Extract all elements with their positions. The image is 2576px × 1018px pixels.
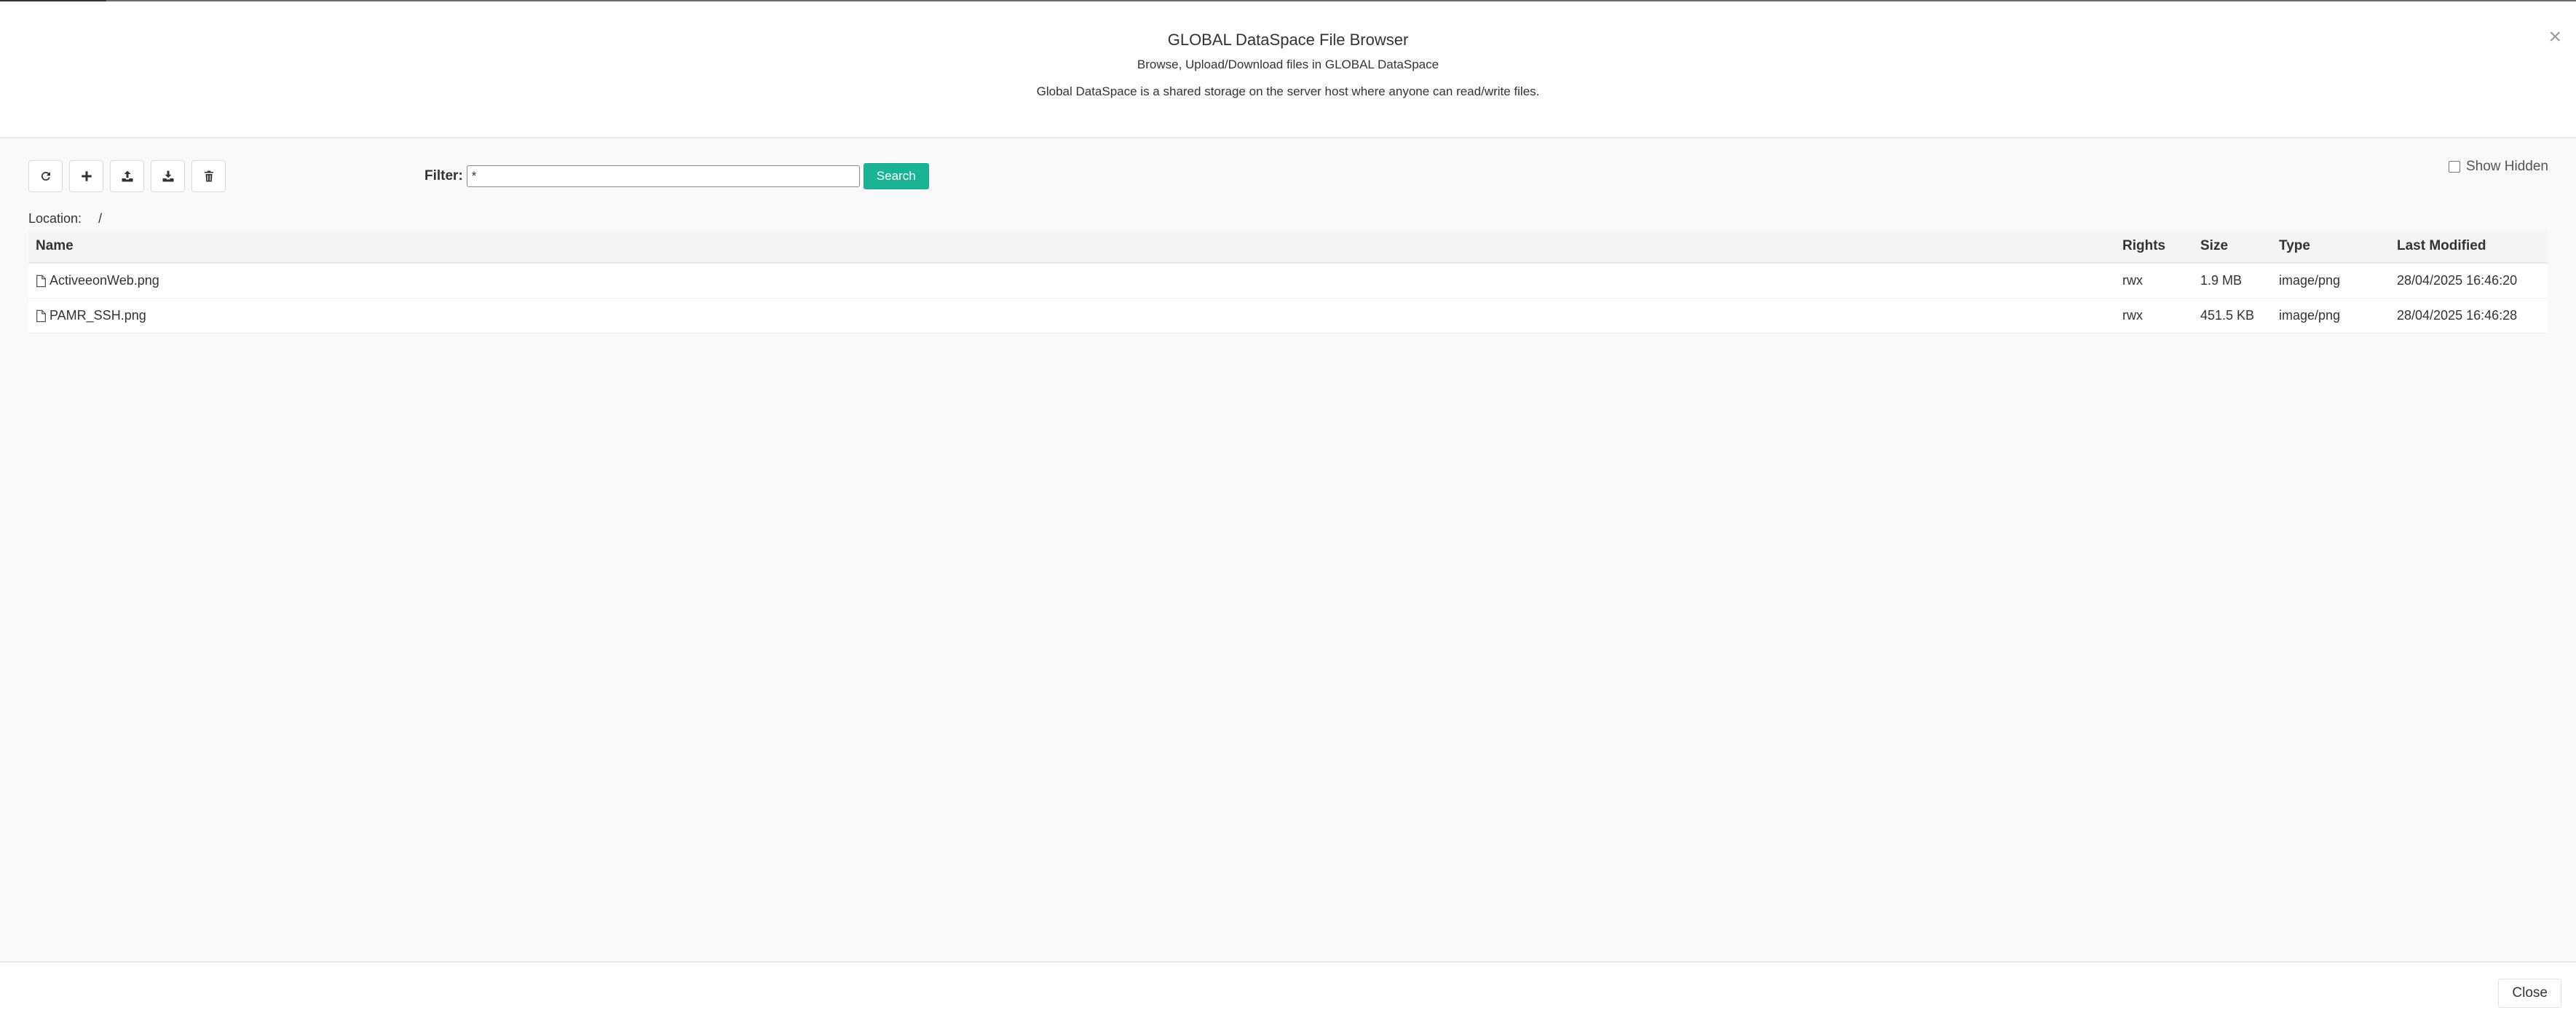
file-type: image/png — [2279, 273, 2341, 288]
dialog-header: GLOBAL DataSpace File Browser Browse, Up… — [0, 1, 2576, 138]
refresh-icon — [41, 171, 50, 181]
plus-icon — [81, 171, 92, 181]
filter-input[interactable] — [466, 165, 860, 187]
file-icon — [36, 275, 46, 287]
download-icon — [162, 170, 173, 182]
table-header: Name Rights Size Type Last Modified — [28, 230, 2548, 264]
search-button[interactable]: Search — [863, 163, 929, 189]
upload-button[interactable] — [110, 160, 144, 192]
column-rights[interactable]: Rights — [2122, 238, 2200, 254]
file-size: 1.9 MB — [2200, 273, 2243, 288]
file-name-cell: PAMR_SSH.png — [28, 308, 2122, 323]
show-hidden-toggle[interactable]: Show Hidden — [2448, 159, 2548, 175]
column-name[interactable]: Name — [28, 238, 2122, 254]
refresh-button[interactable] — [28, 160, 63, 192]
column-last-modified[interactable]: Last Modified — [2397, 238, 2548, 254]
trash-icon — [204, 170, 213, 182]
file-rights: rwx — [2122, 308, 2143, 323]
table-row[interactable]: PAMR_SSH.png rwx 451.5 KB image/png 28/0… — [28, 299, 2548, 334]
close-button[interactable]: Close — [2498, 979, 2561, 1008]
column-size[interactable]: Size — [2200, 238, 2279, 254]
filter-label: Filter: — [424, 168, 463, 184]
table-row[interactable]: ActiveeonWeb.png rwx 1.9 MB image/png 28… — [28, 264, 2548, 299]
download-button[interactable] — [151, 160, 185, 192]
location-label: Location: — [28, 211, 82, 226]
location: Location: / — [28, 211, 102, 226]
file-name: PAMR_SSH.png — [50, 308, 146, 323]
file-rights: rwx — [2122, 273, 2143, 288]
dialog-description: Global DataSpace is a shared storage on … — [1036, 84, 1540, 98]
file-modified: 28/04/2025 16:46:20 — [2397, 273, 2518, 288]
new-folder-button[interactable] — [69, 160, 103, 192]
delete-button[interactable] — [191, 160, 226, 192]
dialog-title: GLOBAL DataSpace File Browser — [1167, 31, 1409, 49]
close-icon[interactable]: × — [2548, 26, 2561, 48]
file-table: Name Rights Size Type Last Modified Acti… — [28, 230, 2548, 334]
show-hidden-checkbox[interactable] — [2448, 161, 2460, 173]
toolbar — [28, 160, 226, 194]
dialog-subtitle: Browse, Upload/Download files in GLOBAL … — [1137, 58, 1439, 71]
file-name: ActiveeonWeb.png — [50, 273, 159, 288]
column-type[interactable]: Type — [2279, 238, 2397, 254]
file-icon — [36, 309, 46, 322]
show-hidden-label: Show Hidden — [2465, 159, 2548, 174]
filter-area: Filter: Search — [424, 162, 929, 191]
file-modified: 28/04/2025 16:46:28 — [2397, 308, 2518, 323]
upload-icon — [122, 170, 133, 182]
location-path: / — [98, 211, 103, 226]
dialog-body: Filter: Search Show Hidden Location: / N… — [0, 138, 2576, 961]
file-name-cell: ActiveeonWeb.png — [28, 273, 2122, 288]
file-type: image/png — [2279, 308, 2341, 323]
dialog-footer: Close — [0, 961, 2576, 1018]
file-size: 451.5 KB — [2200, 308, 2255, 323]
